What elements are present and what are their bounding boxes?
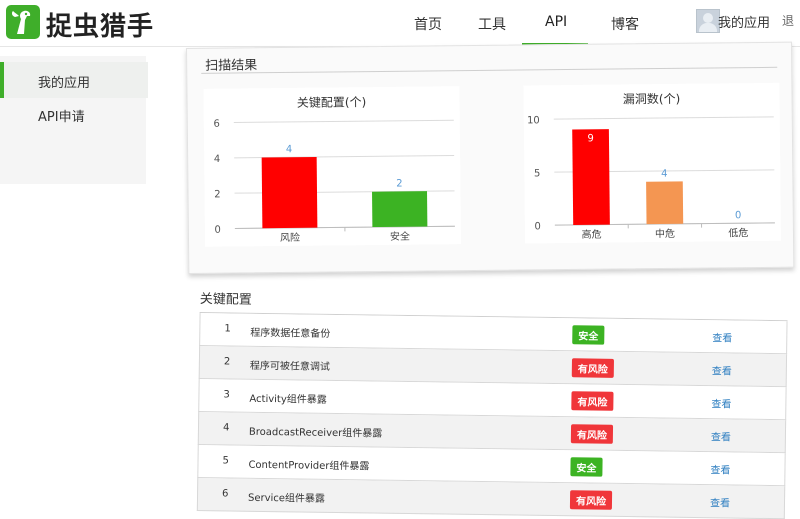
view-link[interactable]: 查看 <box>710 461 730 476</box>
view-link[interactable]: 查看 <box>711 395 731 410</box>
brand-name[interactable]: 捉虫猎手 <box>46 6 154 43</box>
divider <box>201 67 777 74</box>
sidebar-item-api-apply[interactable]: API申请 <box>0 96 144 132</box>
row-index: 2 <box>224 356 231 367</box>
view-link[interactable]: 查看 <box>712 362 732 377</box>
status-badge: 有风险 <box>571 391 613 411</box>
row-name: BroadcastReceiver组件暴露 <box>249 423 383 440</box>
x-tick-label: 安全 <box>390 230 410 243</box>
row-name: 程序可被任意调试 <box>250 357 330 373</box>
bar <box>262 157 318 228</box>
scan-results-title: 扫描结果 <box>205 54 257 74</box>
x-tick-label: 中危 <box>655 227 675 240</box>
sidebar: 我的应用 API申请 <box>0 56 146 184</box>
y-tick-label: 5 <box>534 168 540 179</box>
row-name: 程序数据任意备份 <box>250 324 330 340</box>
y-tick-label: 0 <box>214 225 220 236</box>
data-label: 2 <box>396 178 402 189</box>
sidebar-item-label: 我的应用 <box>38 72 90 91</box>
status-badge: 安全 <box>572 325 604 344</box>
bar <box>372 191 427 227</box>
row-name: Service组件暴露 <box>248 489 325 505</box>
view-link[interactable]: 查看 <box>710 494 730 509</box>
exit-link[interactable]: 退 <box>782 12 794 29</box>
y-tick-label: 0 <box>534 221 540 232</box>
nav-tools[interactable]: 工具 <box>478 14 506 34</box>
row-index: 5 <box>222 455 229 466</box>
vulnerability-chart: 漏洞数(个) 05109高危4中危0低危 <box>523 83 781 244</box>
table-row: 6 Service组件暴露 有风险 查看 <box>197 478 785 519</box>
key-config-chart-svg: 0 2 4 6 4 风险 2 安全 <box>203 86 461 247</box>
my-apps-link[interactable]: 我的应用 <box>718 12 770 31</box>
sidebar-item-my-apps[interactable]: 我的应用 <box>0 62 148 98</box>
x-tick-label: 低危 <box>728 226 748 239</box>
status-badge: 有风险 <box>572 358 614 378</box>
key-config-section: 关键配置 1 程序数据任意备份 安全 查看 2 程序可被任意调试 有风险 查看 … <box>193 284 788 518</box>
view-link[interactable]: 查看 <box>711 428 731 443</box>
nav-home[interactable]: 首页 <box>414 14 442 34</box>
key-config-chart: 关键配置(个) 02464风险2安全 <box>203 86 461 247</box>
nav-blog[interactable]: 博客 <box>611 14 639 34</box>
top-header: 捉虫猎手 首页 工具 API 博客 我的应用 退 <box>0 0 800 47</box>
data-label: 4 <box>661 169 667 180</box>
vulnerability-chart-svg: 0 5 10 9 高危 4 中危 0 低危 <box>523 83 781 244</box>
sidebar-item-label: API申请 <box>38 106 85 125</box>
status-badge: 有风险 <box>571 424 613 444</box>
status-badge: 安全 <box>570 457 602 476</box>
scan-results-panel: 扫描结果 关键配置(个) 02464风险2安全 漏洞数(个) 05109高危4中… <box>186 42 794 274</box>
key-config-title: 关键配置 <box>200 288 252 308</box>
grid-line <box>554 117 774 119</box>
logo-icon[interactable] <box>6 5 40 39</box>
avatar[interactable] <box>696 9 720 33</box>
data-label: 9 <box>587 133 593 144</box>
x-tick-label: 风险 <box>280 231 300 244</box>
y-tick-label: 6 <box>213 119 219 130</box>
nav-api[interactable]: API <box>545 14 567 30</box>
y-tick-label: 10 <box>527 115 540 126</box>
status-badge: 有风险 <box>570 490 612 510</box>
key-config-table: 1 程序数据任意备份 安全 查看 2 程序可被任意调试 有风险 查看 3 Act… <box>197 312 788 519</box>
bar <box>646 181 683 224</box>
y-tick-label: 2 <box>214 189 220 200</box>
row-index: 1 <box>224 323 231 334</box>
row-name: ContentProvider组件暴露 <box>248 456 369 473</box>
data-label: 4 <box>286 144 292 155</box>
data-label: 0 <box>735 210 741 221</box>
grid-line <box>234 120 454 122</box>
x-tick-label: 高危 <box>582 228 602 241</box>
y-tick-label: 4 <box>214 154 220 165</box>
row-index: 6 <box>222 488 229 499</box>
row-index: 4 <box>223 422 230 433</box>
row-name: Activity组件暴露 <box>249 390 327 406</box>
row-index: 3 <box>223 389 230 400</box>
view-link[interactable]: 查看 <box>712 329 732 344</box>
